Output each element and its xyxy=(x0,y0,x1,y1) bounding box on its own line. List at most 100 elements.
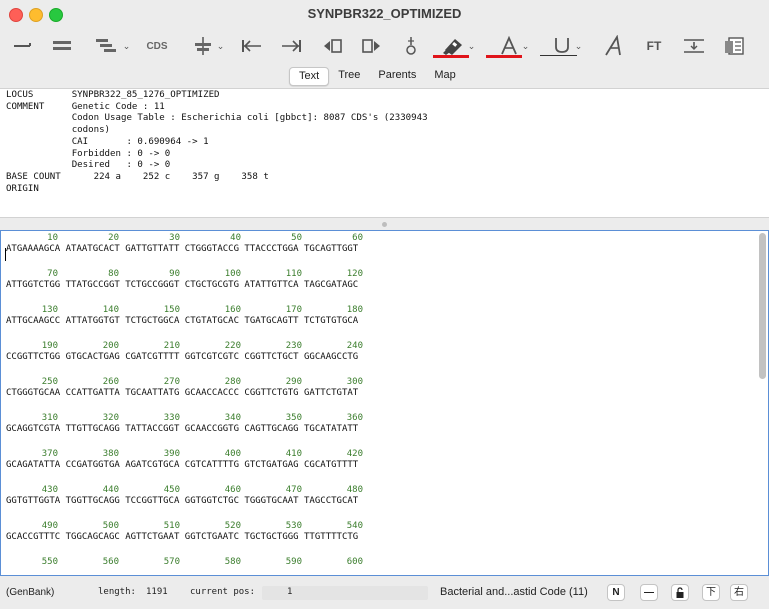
highlight-color-swatch xyxy=(433,55,469,58)
sequence-line: GCAGATATTA CCGATGGTGA AGATCGTGCA CGTCATT… xyxy=(6,460,359,470)
position-number: 590 xyxy=(285,557,302,567)
text-caret xyxy=(5,248,6,261)
n-button[interactable]: N xyxy=(607,584,625,601)
properties-button[interactable] xyxy=(721,32,747,60)
sequence-row: 10 20 30 40 50 60 ATGAAAAGCA ATAATGCACT GATTGT… xyxy=(1,232,768,268)
right-button[interactable]: 右 xyxy=(730,584,748,601)
sequence-row: 430 440 450 460 470 480 GGTGTTGGTA TGGTTGCAGG … xyxy=(1,484,768,520)
sequence-rows: 10 20 30 40 50 60 ATGAAAAGCA ATAATGCACT GATTGT… xyxy=(1,232,768,575)
chevron-down-icon: ⌄ xyxy=(467,40,476,51)
genbank-header-pane[interactable]: LOCUS SYNPBR322_85_1276_OPTIMIZED COMMEN… xyxy=(0,88,769,218)
sequence-line: GCACCGTTTC TGGCAGCAGC AGTTCTGAAT GGTCTGA… xyxy=(6,532,359,542)
position-number: 600 xyxy=(346,557,363,567)
page-next-icon xyxy=(362,39,380,53)
sequence-line: CTGGGTGCAA CCATTGATTA TGCAATTATG GCAACCA… xyxy=(6,388,359,398)
strand-layout-icon xyxy=(95,39,116,52)
position-number: 550 xyxy=(41,557,58,567)
genbank-header-text: LOCUS SYNPBR322_85_1276_OPTIMIZED COMMEN… xyxy=(0,89,769,196)
genetic-code-selector[interactable]: Bacterial and...astid Code (11) xyxy=(440,586,588,598)
lock-button[interactable] xyxy=(671,584,689,601)
header-line: ORIGIN xyxy=(6,183,39,194)
toolbar: ⌄ CDS ⌄ ⌄ ⌄ ⌄ FT xyxy=(0,28,769,64)
window-title: SYNPBR322_OPTIMIZED xyxy=(307,6,462,21)
selection-tool-icon xyxy=(194,37,211,55)
open-ends-button[interactable] xyxy=(9,32,37,60)
sequence-line: ATGAAAAGCA ATAATGCACT GATTGTTATT CTGGGTA… xyxy=(6,244,359,254)
tab-parents[interactable]: Parents xyxy=(369,67,425,84)
page-next-button[interactable] xyxy=(358,32,384,60)
go-end-icon xyxy=(282,40,301,52)
text-color-icon xyxy=(500,36,517,55)
go-start-button[interactable] xyxy=(239,32,265,60)
chevron-down-icon: ⌄ xyxy=(122,40,131,51)
tab-text[interactable]: Text xyxy=(289,67,330,86)
page-previous-icon xyxy=(324,39,342,53)
lock-icon xyxy=(676,587,684,598)
duplicate-strands-button[interactable] xyxy=(47,32,77,60)
tab-map[interactable]: Map xyxy=(425,67,464,84)
header-line: BASE COUNT 224 a 252 c 357 g 358 t xyxy=(6,171,269,182)
strand-layout-button[interactable]: ⌄ xyxy=(90,32,134,60)
position-number: 580 xyxy=(224,557,241,567)
sequence-line: GGTGTTGGTA TGGTTGCAGG TCCGGTTGCA GGTGGTC… xyxy=(6,496,359,506)
sequence-row: 250 260 270 280 290 300 CTGGGTGCAA CCATTGATTA … xyxy=(1,376,768,412)
sequence-line: GCAGGTCGTA TTGTTGCAGG TATTACCGGT GCAACCG… xyxy=(6,424,359,434)
current-pos-label: current pos: xyxy=(190,587,256,597)
sequence-row: 190 200 210 220 230 240 CCGGTTCTGG GTGCACTGAG … xyxy=(1,340,768,376)
split-divider[interactable] xyxy=(0,218,769,230)
current-pos-value: 1 xyxy=(287,587,293,597)
open-ends-icon xyxy=(14,43,31,47)
position-number: 560 xyxy=(102,557,119,567)
app-window: SYNPBR322_OPTIMIZED ⌄ CDS ⌄ ⌄ ⌄ ⌄ FT Tex… xyxy=(0,0,769,609)
selection-tool-button[interactable]: ⌄ xyxy=(187,32,229,60)
position-number: 570 xyxy=(163,557,180,567)
underline-style-swatch xyxy=(540,55,577,56)
dash-button[interactable]: — xyxy=(640,584,658,601)
chevron-down-icon: ⌄ xyxy=(216,40,225,51)
chevron-down-icon: ⌄ xyxy=(574,40,583,51)
go-end-button[interactable] xyxy=(278,32,304,60)
chevron-down-icon: ⌄ xyxy=(521,40,530,51)
sequence-line: ATTGCAAGCC ATTATGGTGT TCTGCTGGCA CTGTATG… xyxy=(6,316,359,326)
format-label: (GenBank) xyxy=(6,587,55,598)
highlighter-icon xyxy=(442,39,462,55)
italic-font-icon xyxy=(605,35,621,56)
status-bar: (GenBank) length: 1191 current pos: 1 Ba… xyxy=(0,577,769,609)
insert-icon xyxy=(684,39,704,53)
sequence-row: 370 380 390 400 410 420 GCAGATATTA CCGATGGTGA … xyxy=(1,448,768,484)
header-line: Forbidden : 0 -> 0 xyxy=(6,148,171,159)
cut-site-button[interactable] xyxy=(400,32,422,60)
properties-icon xyxy=(725,37,744,55)
sequence-row: 490 500 510 520 530 540 GCACCGTTTC TGGCAGCAGC … xyxy=(1,520,768,556)
length-label: length: xyxy=(98,587,136,597)
cut-site-icon xyxy=(406,37,416,55)
sequence-row: 130 140 150 160 170 180 ATTGCAAGCC ATTATGGTGT … xyxy=(1,304,768,340)
sequence-line: CCGGTTCTGG GTGCACTGAG CGATCGTTTT GGTCGTC… xyxy=(6,352,359,362)
italic-font-button[interactable] xyxy=(601,32,627,60)
tab-tree[interactable]: Tree xyxy=(329,67,369,84)
sequence-pane[interactable]: 10 20 30 40 50 60 ATGAAAAGCA ATAATGCACT GATTGT… xyxy=(0,230,769,576)
ft-button[interactable]: FT xyxy=(641,32,667,60)
underline-icon xyxy=(554,38,569,53)
title-bar: SYNPBR322_OPTIMIZED xyxy=(0,0,769,28)
header-line: COMMENT Genetic Code : 11 xyxy=(6,101,165,112)
position-numbers: 550 560 570 580 590 600 xyxy=(1,556,363,568)
go-start-icon xyxy=(242,40,261,52)
insert-button[interactable] xyxy=(680,32,708,60)
duplicate-strands-icon xyxy=(53,41,71,50)
sequence-row: 310 320 330 340 350 360 GCAGGTCGTA TTGTTGCAGG … xyxy=(1,412,768,448)
divider-handle[interactable] xyxy=(382,222,387,227)
sequence-row: 70 80 90 100 110 120 ATTGGTCTGG TTATGCCGGT TCT… xyxy=(1,268,768,304)
down-button[interactable]: 下 xyxy=(702,584,720,601)
header-line: LOCUS SYNPBR322_85_1276_OPTIMIZED xyxy=(6,90,220,100)
header-line: Desired : 0 -> 0 xyxy=(6,160,171,171)
header-line: codons) xyxy=(6,125,111,136)
header-line: Codon Usage Table : Escherichia coli [gb… xyxy=(6,113,428,124)
length-value: 1191 xyxy=(146,587,168,597)
header-line: CAI : 0.690964 -> 1 xyxy=(6,136,209,147)
page-previous-button[interactable] xyxy=(320,32,346,60)
vertical-scrollbar[interactable] xyxy=(759,233,766,379)
sequence-row: 550 560 570 580 590 600 xyxy=(1,556,768,575)
cds-button[interactable]: CDS xyxy=(143,32,171,60)
sequence-line: ATTGGTCTGG TTATGCCGGT TCTGCCGGGT CTGCTGC… xyxy=(6,280,359,290)
